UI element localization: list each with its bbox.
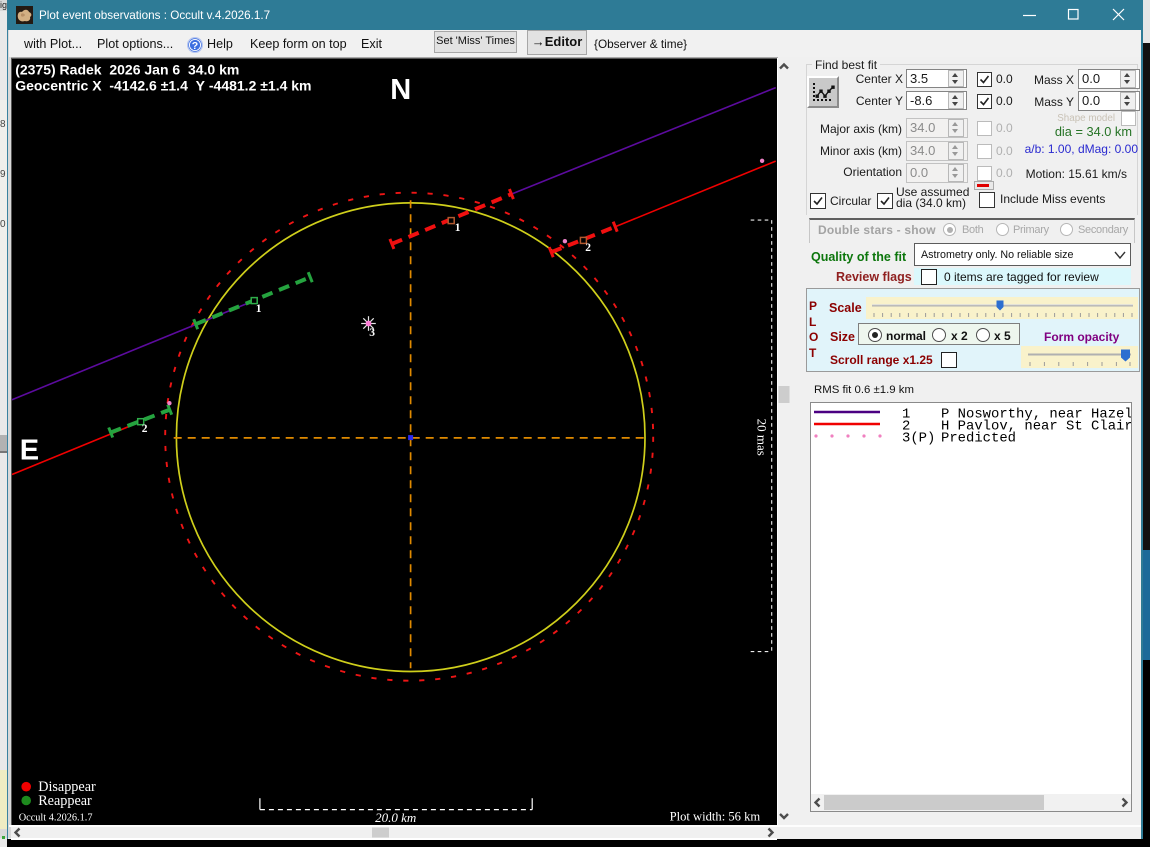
svg-text:Reappear: Reappear bbox=[38, 793, 92, 809]
svg-text:N: N bbox=[390, 74, 411, 106]
svg-text:(2375) Radek 2026 Jan 6 34.0: (2375) Radek 2026 Jan 6 34.0 km bbox=[15, 61, 239, 77]
svg-text:2: 2 bbox=[142, 423, 148, 435]
svg-text:20 mas: 20 mas bbox=[755, 418, 770, 455]
svg-text:3: 3 bbox=[369, 327, 375, 339]
svg-text:3(P): 3(P) bbox=[902, 431, 935, 447]
svg-text:Occult 4.2026.1.7: Occult 4.2026.1.7 bbox=[19, 812, 93, 823]
svg-text:1: 1 bbox=[455, 222, 461, 234]
svg-text:E: E bbox=[20, 434, 39, 466]
svg-text:Plot width: 56 km: Plot width: 56 km bbox=[670, 809, 761, 823]
svg-text:20.0 km: 20.0 km bbox=[375, 810, 416, 825]
svg-text:Predicted: Predicted bbox=[941, 431, 1016, 447]
svg-text:1: 1 bbox=[256, 303, 262, 315]
svg-text:?: ? bbox=[192, 40, 198, 52]
svg-text:2: 2 bbox=[585, 242, 591, 254]
svg-text:Geocentric X -4142.6 ±1.4 Y: Geocentric X -4142.6 ±1.4 Y -4481.2 ±1.4… bbox=[15, 77, 311, 93]
